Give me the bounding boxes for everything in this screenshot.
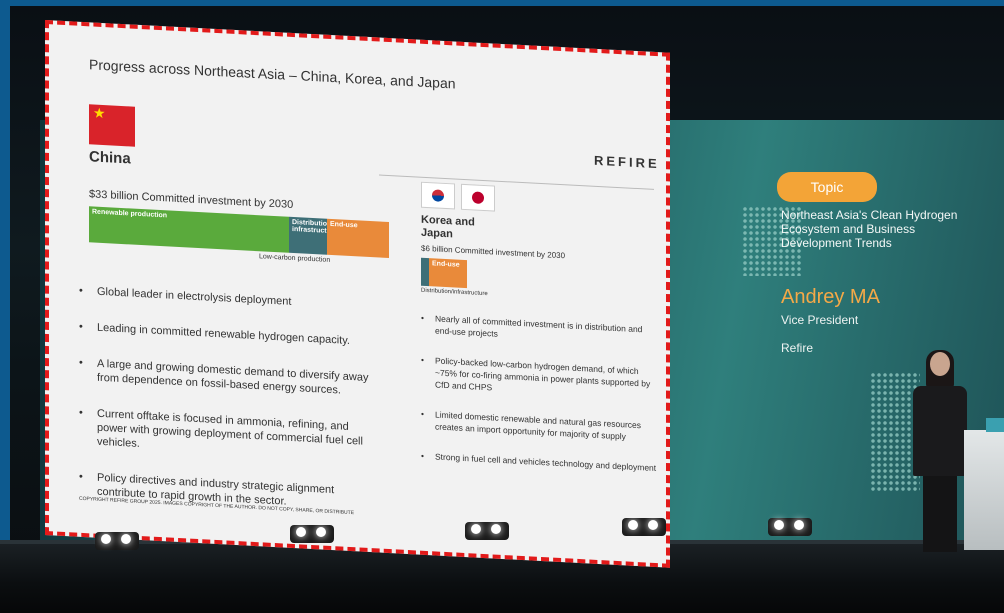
stage-light [95,532,139,550]
bar-segment-end-use: End-use [327,218,389,259]
speaker-role: Vice President [781,313,859,327]
presenter-body [913,386,967,476]
presenter-head [930,352,950,376]
china-bar-sublabel: Low-carbon production [259,253,331,264]
list-item: Strong in fuel cell and vehicles technol… [421,450,661,475]
korea-japan-investment-label: $6 billion Committed investment by 2030 [421,243,566,261]
speaker-organization: Refire [781,341,814,355]
stage-light [290,525,334,543]
korea-japan-heading: Korea and Japan [421,213,475,241]
stage-light [622,518,666,536]
list-item: A large and growing domestic demand to d… [79,356,379,400]
podium [964,430,1004,550]
stage-light [465,522,509,540]
list-item: Current offtake is focused in ammonia, r… [79,406,379,464]
bar-segment-renewable: Renewable production [89,206,289,253]
japan-flag-icon [461,183,495,212]
topic-badge: Topic [777,172,877,202]
korea-japan-bullet-list: Nearly all of committed investment is in… [421,312,661,493]
list-item: Nearly all of committed investment is in… [421,312,661,349]
bar-segment-distribution: Distribution/ infrastructure [289,216,338,255]
korea-japan-bar-sublabel: Distribution/infrastructure [421,287,488,298]
speaker-name: Andrey MA [781,286,880,308]
list-item: Limited domestic renewable and natural g… [421,408,661,445]
stage-light [768,518,812,536]
china-flag-icon: ★ [89,104,135,147]
list-item: Policy-backed low-carbon hydrogen demand… [421,354,661,403]
slide-title: Progress across Northeast Asia – China, … [89,56,456,92]
presentation-slide[interactable]: Progress across Northeast Asia – China, … [45,20,670,568]
refire-logo: REFIRE [594,152,660,172]
korea-japan-investment-bar: End-use [421,257,467,289]
bar-segment-end-use: End-use [429,258,467,289]
presenter-legs [923,476,957,552]
korea-flag-icon [421,181,455,210]
china-heading: China [89,148,131,168]
list-item: Global leader in electrolysis deployment [79,284,379,314]
china-investment-bar: Renewable production Distribution/ infra… [89,206,389,259]
topic-title: Northeast Asia's Clean Hydrogen Ecosyste… [781,208,958,250]
bar-segment-distribution [421,257,429,287]
list-item: Leading in committed renewable hydrogen … [79,320,379,350]
podium-screen [986,418,1004,432]
